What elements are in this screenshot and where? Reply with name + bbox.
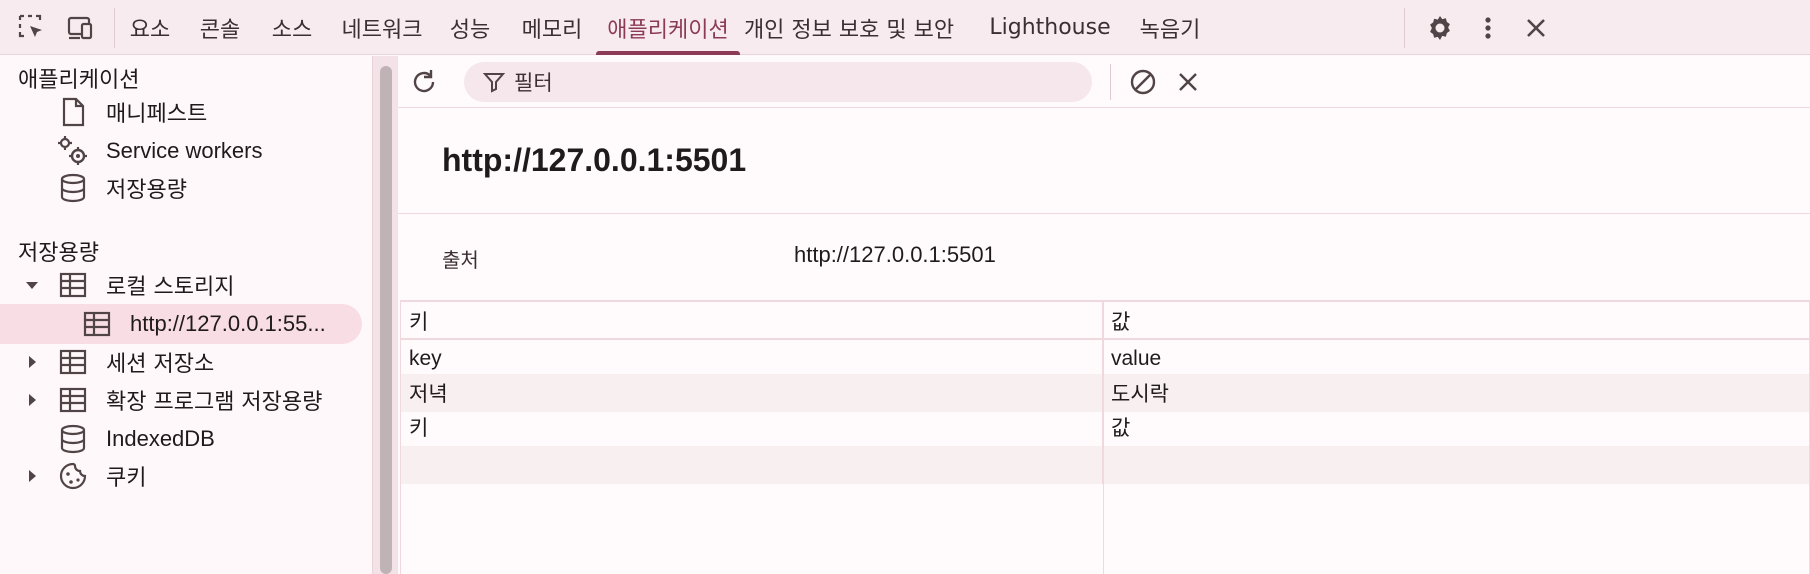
table-cell-key[interactable]: key [401,340,1103,378]
sidebar-section-storage: 저장용량 [18,241,99,266]
sidebar-item-label: 쿠키 [106,466,147,491]
sidebar-item-label: IndexedDB [106,426,215,451]
filter-input[interactable]: 필터 [464,62,1092,102]
sidebar-item-label: 확장 프로그램 저장용량 [106,390,323,415]
table-icon [56,268,90,302]
tab-privacy-security[interactable]: 개인 정보 보호 및 보안 [744,0,954,55]
table-cell-value[interactable]: 값 [1103,408,1810,446]
database-icon [56,171,90,205]
expand-down-icon[interactable] [22,275,42,295]
filter-icon [482,73,506,93]
close-devtools-icon[interactable] [1518,10,1554,46]
sidebar-item-indexeddb[interactable]: IndexedDB [56,419,215,459]
more-vert-icon[interactable] [1470,10,1506,46]
table-row[interactable]: 저녁 도시락 [401,374,1810,412]
application-sidebar: 애플리케이션 매니페스트 Service workers 저장용량 저장용량 로… [0,56,372,574]
sidebar-item-service-workers[interactable]: Service workers [56,131,262,171]
table-row[interactable]: key value [401,340,1810,378]
filter-toolbar: 필터 [398,56,1810,108]
refresh-icon[interactable] [406,64,442,100]
storage-main-panel: 필터 http://127.0.0.1:5501 출처 http://127.0… [398,56,1810,574]
tab-performance[interactable]: 성능 [450,0,490,55]
sidebar-item-storage[interactable]: 저장용량 [56,168,187,208]
column-header-value[interactable]: 값 [1103,302,1810,340]
table-header-row: 키 값 [401,302,1810,340]
tab-network[interactable]: 네트워크 [342,0,423,55]
toolbar-separator [1404,8,1405,48]
sidebar-item-cookies[interactable]: 쿠키 [29,456,147,496]
table-icon [56,383,90,417]
tab-lighthouse[interactable]: Lighthouse [989,0,1110,55]
sidebar-item-local-storage[interactable]: 로컬 스토리지 [26,265,235,305]
table-cell-value[interactable]: 도시락 [1103,374,1810,412]
document-icon [56,95,90,129]
table-cell-value[interactable] [1103,446,1810,484]
tab-sources[interactable]: 소스 [272,0,312,55]
expand-right-icon[interactable] [22,352,42,372]
sidebar-item-manifest[interactable]: 매니페스트 [56,92,207,132]
sidebar-item-label: 세션 저장소 [106,352,215,377]
sidebar-item-label: http://127.0.0.1:55... [130,311,326,336]
table-icon [56,345,90,379]
column-divider[interactable] [1103,302,1104,574]
table-cell-key[interactable]: 저녁 [401,374,1103,412]
tab-elements[interactable]: 요소 [130,0,170,55]
expand-right-icon[interactable] [22,390,42,410]
table-row[interactable]: 키 값 [401,408,1810,446]
scrollbar-thumb[interactable] [380,66,392,574]
toolbar-separator [114,8,115,48]
sidebar-scrollbar[interactable] [372,56,398,574]
origin-label: 출처 [442,248,479,272]
tab-application[interactable]: 애플리케이션 [596,0,740,55]
sidebar-item-label: 저장용량 [106,178,187,203]
table-icon [80,307,114,341]
device-toolbar-icon[interactable] [62,10,98,46]
filter-placeholder: 필터 [514,71,553,95]
sidebar-item-label: 로컬 스토리지 [106,275,235,300]
table-row-empty[interactable] [401,446,1810,484]
devtools-toolbar: 요소 콘솔 소스 네트워크 성능 메모리 애플리케이션 개인 정보 보호 및 보… [0,0,1810,55]
table-cell-value[interactable]: value [1103,340,1810,378]
select-element-icon[interactable] [14,10,50,46]
cookie-icon [56,459,90,493]
column-header-key[interactable]: 키 [401,302,1103,340]
tab-console[interactable]: 콘솔 [200,0,240,55]
gears-icon [56,134,90,168]
expand-right-icon[interactable] [22,466,42,486]
origin-value: http://127.0.0.1:5501 [794,242,996,267]
clear-all-icon[interactable] [1125,64,1161,100]
sidebar-item-extension-storage[interactable]: 확장 프로그램 저장용량 [29,380,323,420]
sidebar-item-label: 매니페스트 [106,102,208,127]
origin-title: http://127.0.0.1:5501 [442,142,747,178]
sidebar-item-label: Service workers [106,138,263,163]
tab-memory[interactable]: 메모리 [522,0,583,55]
filter-separator [1110,64,1111,100]
tab-recorder[interactable]: 녹음기 [1140,0,1201,55]
delete-selected-icon[interactable] [1170,64,1206,100]
table-cell-key[interactable] [401,446,1103,484]
storage-table: 키 값 key value 저녁 도시락 키 값 [400,300,1810,574]
sidebar-item-session-storage[interactable]: 세션 저장소 [29,342,215,382]
sidebar-item-local-storage-origin[interactable]: http://127.0.0.1:55... [0,304,362,344]
database-icon [56,422,90,456]
settings-gear-icon[interactable] [1422,10,1458,46]
table-cell-key[interactable]: 키 [401,408,1103,446]
divider [398,213,1810,214]
sidebar-section-application: 애플리케이션 [18,68,140,93]
